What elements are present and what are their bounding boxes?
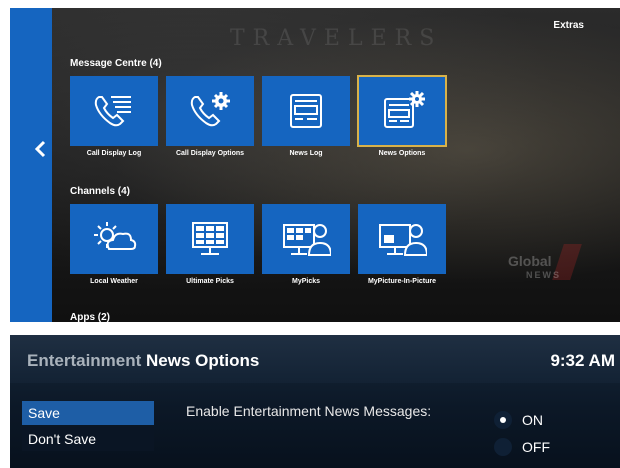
radio-on-label: ON	[522, 412, 543, 428]
extras-screen: TRAVELERS Extras Message Centre (4) Call…	[10, 8, 620, 322]
tile-label-news-log: News Log	[289, 150, 323, 157]
grid-tv-person-icon	[283, 224, 331, 256]
phone-gear-icon	[190, 92, 230, 127]
grid-tv-icon	[192, 222, 228, 255]
tile-mypicture-in-picture[interactable]	[358, 204, 446, 274]
save-button[interactable]: Save	[22, 401, 154, 425]
tile-label-news-options: News Options	[378, 150, 426, 157]
radio-off[interactable]: OFF	[494, 438, 550, 456]
radio-on[interactable]: ON	[494, 411, 543, 429]
dialog-title: Entertainment News Options	[27, 351, 259, 371]
dialog-header: Entertainment News Options 9:32 AM	[10, 335, 620, 383]
left-rail[interactable]	[10, 8, 52, 322]
tile-local-weather[interactable]	[70, 204, 158, 274]
logo-sub-text: NEWS	[526, 270, 561, 280]
news-icon	[290, 94, 322, 128]
section-channels: Channels (4)	[70, 186, 131, 197]
radio-off-dot[interactable]	[494, 438, 512, 456]
weather-icon	[94, 222, 137, 250]
radio-on-dot[interactable]	[494, 411, 512, 429]
chevron-left-icon[interactable]	[34, 140, 54, 160]
title-part-entertainment: Entertainment	[27, 351, 142, 370]
tile-label-ultimate-picks: Ultimate Picks	[186, 278, 234, 285]
tile-news-options[interactable]	[357, 75, 447, 147]
tile-label-call-display-options: Call Display Options	[175, 150, 245, 157]
extras-label: Extras	[553, 20, 584, 31]
section-message-centre: Message Centre (4)	[70, 58, 162, 69]
tile-label-call-display-log: Call Display Log	[86, 150, 142, 157]
section-apps: Apps (2)	[70, 312, 110, 322]
title-part-news-options: News Options	[146, 351, 260, 370]
logo-main-text: Global	[508, 253, 552, 269]
tile-mypicks[interactable]	[262, 204, 350, 274]
tile-news-log[interactable]	[262, 76, 350, 146]
tile-ultimate-picks[interactable]	[166, 204, 254, 274]
pip-person-icon	[379, 224, 427, 256]
dont-save-button[interactable]: Don't Save	[22, 427, 154, 451]
tile-label-mypicture-in-picture: MyPicture-In-Picture	[367, 278, 437, 285]
tile-call-display-options[interactable]	[166, 76, 254, 146]
clock-time: 9:32 AM	[550, 351, 615, 370]
background-watermark: TRAVELERS	[230, 26, 443, 51]
tile-call-display-log[interactable]	[70, 76, 158, 146]
tile-label-local-weather: Local Weather	[90, 278, 138, 285]
news-options-dialog: Entertainment News Options 9:32 AM Save …	[10, 335, 620, 468]
phone-list-icon	[94, 96, 131, 127]
global-news-logo: Global NEWS	[508, 254, 561, 282]
radio-off-label: OFF	[522, 439, 550, 455]
enable-news-messages-label: Enable Entertainment News Messages:	[186, 403, 432, 419]
news-gear-icon	[384, 91, 425, 128]
tile-label-mypicks: MyPicks	[291, 278, 321, 285]
